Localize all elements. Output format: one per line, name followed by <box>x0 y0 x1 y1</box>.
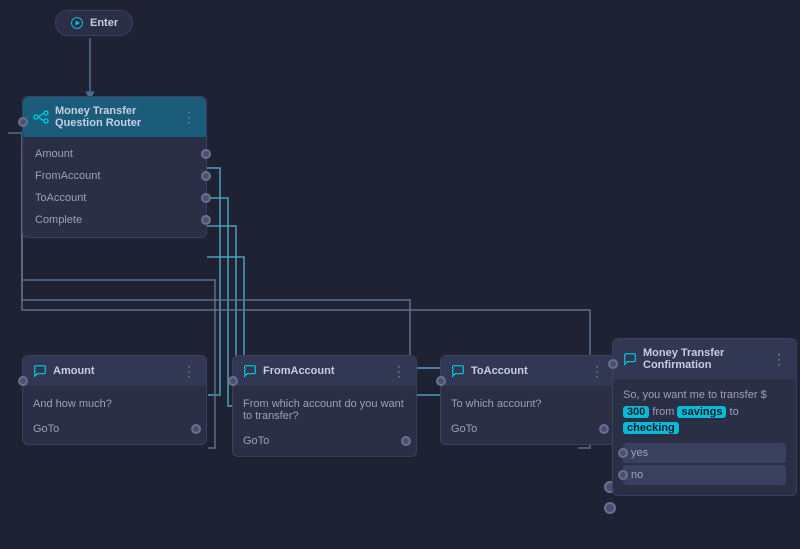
toaccount-goto-port <box>599 424 609 434</box>
transfer-amount: 300 <box>623 406 649 418</box>
router-title: Money TransferQuestion Router <box>55 105 141 129</box>
chat-icon-4 <box>623 352 637 366</box>
yes-port <box>618 448 628 458</box>
router-body: Amount FromAccount ToAccount Complete <box>23 137 206 237</box>
chat-icon <box>33 364 47 378</box>
router-slot-amount: Amount <box>23 143 206 165</box>
fromaccount-input-port <box>228 376 238 386</box>
confirm-node: Money TransferConfirmation ⋮ So, you wan… <box>612 338 797 496</box>
fromaccount-menu[interactable]: ⋮ <box>392 364 406 378</box>
to-account-highlight: checking <box>623 422 679 434</box>
amount-node: Amount ⋮ And how much? GoTo <box>22 355 207 445</box>
enter-label: Enter <box>90 17 118 29</box>
enter-node: Enter <box>55 10 133 36</box>
confirm-input-port <box>608 359 618 369</box>
play-icon <box>70 16 84 30</box>
router-input-port <box>18 117 28 127</box>
confirm-body: So, you want me to transfer $ 300 from s… <box>613 379 796 495</box>
router-slot-toaccount: ToAccount <box>23 187 206 209</box>
from-account-highlight: savings <box>677 406 726 418</box>
router-slot-complete: Complete <box>23 209 206 231</box>
router-menu-btn[interactable]: ⋮ <box>182 110 196 124</box>
amount-node-menu[interactable]: ⋮ <box>182 364 196 378</box>
fromaccount-header: FromAccount ⋮ <box>233 356 416 386</box>
amount-question-text: And how much? <box>33 394 196 418</box>
router-node: Money TransferQuestion Router ⋮ Amount F… <box>22 96 207 238</box>
toaccount-body: To which account? GoTo <box>441 386 614 444</box>
router-slot-fromaccount: FromAccount <box>23 165 206 187</box>
amount-node-body: And how much? GoTo <box>23 386 206 444</box>
amount-goto: GoTo <box>33 418 196 440</box>
confirm-no: no <box>623 465 786 485</box>
toaccount-question: To which account? <box>451 394 604 418</box>
fromaccount-body: From which account do you want to transf… <box>233 386 416 456</box>
confirm-header: Money TransferConfirmation ⋮ <box>613 339 796 379</box>
toaccount-goto: GoTo <box>451 418 604 440</box>
toaccount-node: ToAccount ⋮ To which account? GoTo <box>440 355 615 445</box>
toaccount-header: ToAccount ⋮ <box>441 356 614 386</box>
port-amount <box>201 149 211 159</box>
amount-node-header: Amount ⋮ <box>23 356 206 386</box>
fromaccount-goto: GoTo <box>243 430 406 452</box>
toaccount-menu[interactable]: ⋮ <box>590 364 604 378</box>
toaccount-title: ToAccount <box>471 365 528 377</box>
router-header: Money TransferQuestion Router ⋮ <box>23 97 206 137</box>
confirm-text: So, you want me to transfer $ 300 from s… <box>623 387 786 437</box>
toaccount-input-port <box>436 376 446 386</box>
no-port <box>618 470 628 480</box>
confirm-yes: yes <box>623 443 786 463</box>
port-complete <box>201 215 211 225</box>
router-icon <box>33 109 49 125</box>
port-toaccount <box>201 193 211 203</box>
confirm-menu[interactable]: ⋮ <box>772 352 786 366</box>
fromaccount-question: From which account do you want to transf… <box>243 394 406 430</box>
confirm-title: Money TransferConfirmation <box>643 347 724 371</box>
amount-node-title: Amount <box>53 365 95 377</box>
fromaccount-title: FromAccount <box>263 365 335 377</box>
chat-icon-2 <box>243 364 257 378</box>
confirm-options: yes no <box>623 443 786 485</box>
amount-goto-port <box>191 424 201 434</box>
fromaccount-node: FromAccount ⋮ From which account do you … <box>232 355 417 457</box>
amount-input-port <box>18 376 28 386</box>
chat-icon-3 <box>451 364 465 378</box>
fromaccount-goto-port <box>401 436 411 446</box>
port-fromaccount <box>201 171 211 181</box>
